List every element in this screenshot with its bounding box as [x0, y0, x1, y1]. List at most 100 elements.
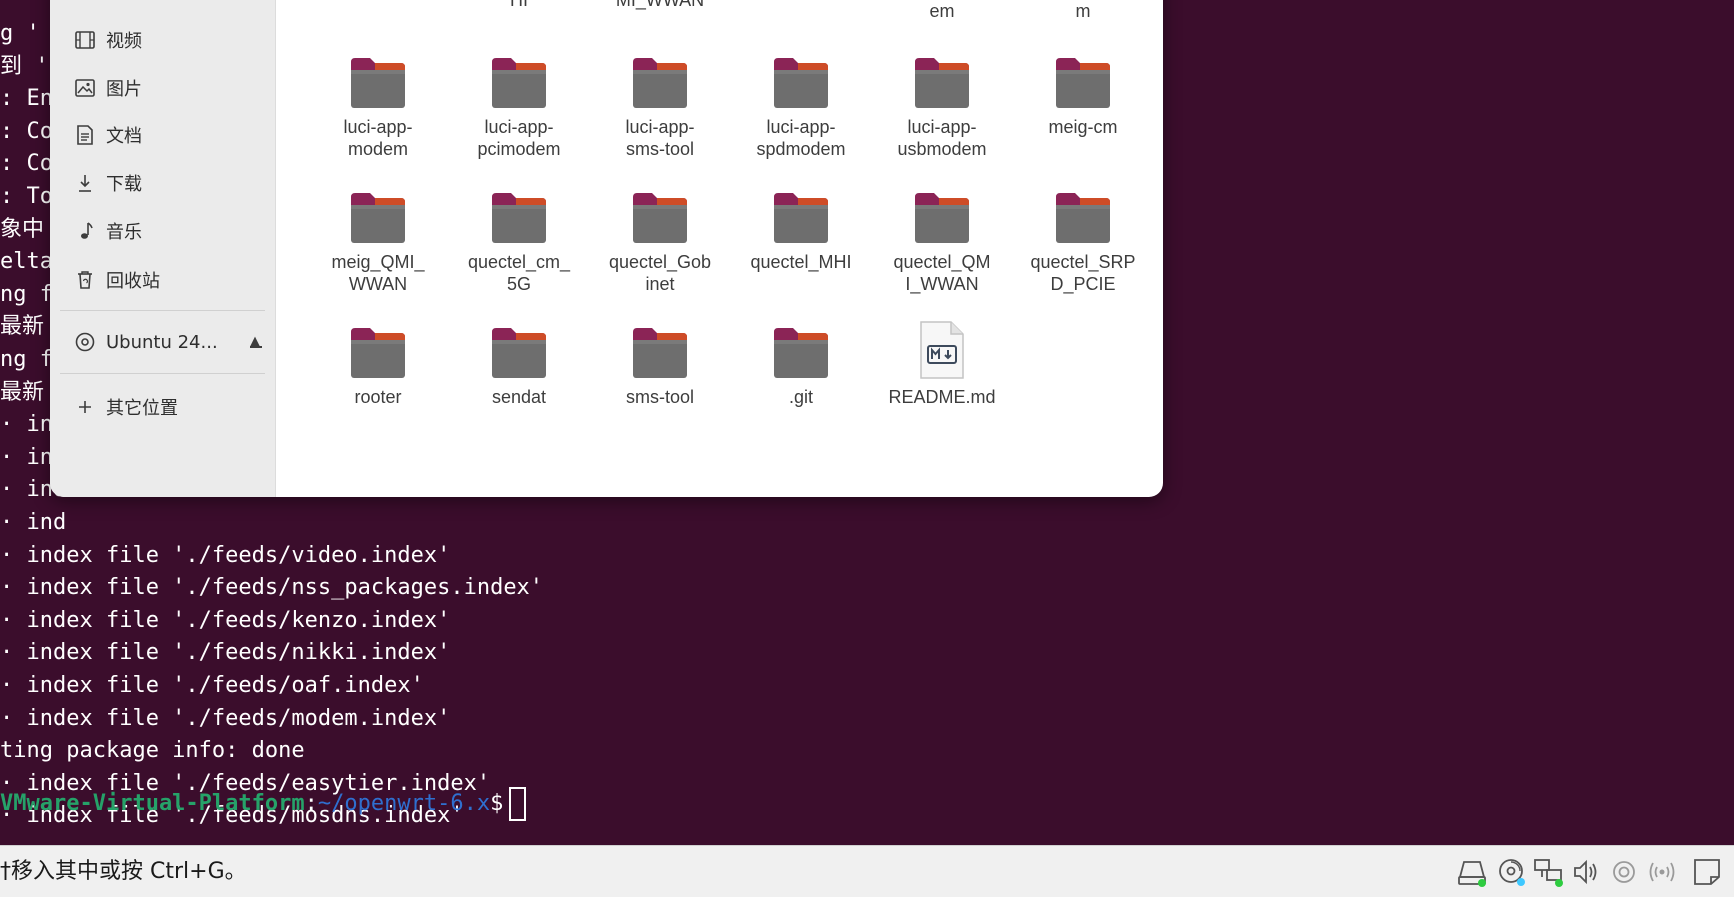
sidebar-item-trash[interactable]: 回收站	[74, 265, 160, 295]
folder-icon	[736, 324, 866, 380]
folder-item[interactable]: quectel_cm_ 5G	[454, 189, 584, 295]
notes-icon[interactable]	[1690, 855, 1724, 889]
folder-icon	[454, 54, 584, 110]
folder-item[interactable]: quectel_SRP D_PCIE	[1018, 189, 1148, 295]
terminal-output-line: ng f	[0, 347, 53, 372]
camera-icon[interactable]	[1607, 855, 1641, 889]
terminal-output-line: : En	[0, 86, 53, 111]
folder-icon	[313, 54, 443, 110]
folder-icon	[454, 189, 584, 245]
folder-icon	[313, 324, 443, 380]
image-icon	[74, 77, 96, 99]
sidebar-item-label: 音乐	[106, 222, 142, 243]
optical-disc-icon[interactable]	[1495, 855, 1529, 889]
file-item-partial-label[interactable]: hypermode m	[1018, 0, 1148, 22]
terminal-output-line: 最新	[0, 380, 45, 405]
folder-item[interactable]: sendat	[454, 324, 584, 408]
prompt-symbol: $	[490, 791, 504, 816]
audio-icon[interactable]	[1570, 855, 1604, 889]
file-item-label: meig_QMI_ WWAN	[331, 252, 425, 294]
sidebar-item-label: 图片	[106, 79, 142, 100]
folder-item[interactable]: meig-cm	[1018, 54, 1148, 138]
folder-icon	[454, 324, 584, 380]
terminal-output-line: 到 '	[0, 54, 49, 79]
folder-item[interactable]: meig_QMI_ WWAN	[313, 189, 443, 295]
folder-item[interactable]: .git	[736, 324, 866, 408]
sidebar-item-ubuntu-drive[interactable]: Ubuntu 24... ▲	[74, 327, 264, 357]
sidebar-item-label: 文档	[106, 126, 142, 147]
plus-icon	[74, 396, 96, 418]
file-item-partial-label[interactable]: gobinetmod em	[877, 0, 1007, 22]
terminal-output-line: : Co	[0, 119, 53, 144]
terminal-output-line: · ind	[0, 510, 67, 535]
terminal-output-line: · index file './feeds/nss_packages.index…	[0, 575, 544, 600]
terminal-output-line: 最新	[0, 314, 45, 339]
file-item-label: luci-app- sms-tool	[625, 117, 695, 159]
sidebar-item-document[interactable]: 文档	[74, 120, 142, 150]
hdd-icon[interactable]	[1455, 855, 1489, 889]
sidebar-item-video[interactable]: 视频	[74, 25, 142, 55]
file-item-label: quectel_QM I_WWAN	[893, 252, 991, 294]
file-item-partial-label[interactable]: HI	[454, 0, 584, 11]
sidebar: 主文件夹视频图片文档下载音乐回收站Ubuntu 24...▲其它位置	[50, 0, 276, 497]
folder-item[interactable]: luci-app- usbmodem	[877, 54, 1007, 160]
folder-item[interactable]: luci-app- modem	[313, 54, 443, 160]
terminal-output-line: ng f	[0, 282, 53, 307]
file-item-label: sendat	[491, 387, 547, 407]
folder-icon	[1018, 189, 1148, 245]
sidebar-separator	[60, 373, 265, 374]
folder-item[interactable]: luci-app- spdmodem	[736, 54, 866, 160]
folder-icon	[595, 54, 725, 110]
video-icon	[74, 29, 96, 51]
file-grid: HI MI_WWAN gobinetmod em hypermode m luci-ap…	[276, 0, 1163, 497]
disc-icon	[74, 331, 96, 353]
sidebar-item-image[interactable]: 图片	[74, 73, 142, 103]
folder-item[interactable]: quectel_Gob inet	[595, 189, 725, 295]
file-item-label: meig-cm	[1048, 117, 1118, 137]
music-icon	[74, 220, 96, 242]
folder-icon	[595, 189, 725, 245]
download-icon	[74, 172, 96, 194]
folder-icon	[736, 189, 866, 245]
file-item[interactable]: README.md	[877, 321, 1007, 408]
folder-item[interactable]: sms-tool	[595, 324, 725, 408]
sidebar-item-label: 视频	[106, 31, 142, 52]
folder-item[interactable]: luci-app- sms-tool	[595, 54, 725, 160]
terminal-output-line: · index file './feeds/nikki.index'	[0, 640, 451, 665]
file-item-label: luci-app- modem	[343, 117, 413, 159]
folder-icon	[595, 324, 725, 380]
sidebar-item-other-locations[interactable]: 其它位置	[74, 392, 178, 422]
terminal-output-line: · index file './feeds/kenzo.index'	[0, 608, 451, 633]
terminal-prompt[interactable]: VMware-Virtual-Platform:~/openwrt-6.x$	[0, 787, 527, 821]
markdown-file-icon	[877, 320, 1007, 380]
terminal-output-line: · index file './feeds/video.index'	[0, 543, 451, 568]
folder-item[interactable]: quectel_MHI	[736, 189, 866, 273]
folder-item[interactable]: luci-app- pcimodem	[454, 54, 584, 160]
eject-icon[interactable]: ▲	[250, 327, 262, 357]
file-item-label: quectel_MHI	[750, 252, 852, 272]
folder-item[interactable]: quectel_QM I_WWAN	[877, 189, 1007, 295]
prompt-host: VMware-Virtual-Platform	[0, 791, 305, 816]
file-item-label: README.md	[888, 387, 996, 407]
sidebar-separator	[60, 310, 265, 311]
terminal-output-line: 象中	[0, 217, 45, 242]
sidebar-item-label: 其它位置	[106, 398, 178, 419]
trash-icon	[74, 269, 96, 291]
folder-icon	[877, 189, 1007, 245]
file-item-label: luci-app- pcimodem	[477, 117, 561, 159]
file-item-partial-label[interactable]: MI_WWAN	[595, 0, 725, 11]
sidebar-item-music[interactable]: 音乐	[74, 216, 142, 246]
terminal-cursor	[509, 787, 527, 821]
terminal-output-line: : Co	[0, 151, 53, 176]
sidebar-item-download[interactable]: 下载	[74, 168, 142, 198]
network-icon[interactable]	[1532, 855, 1566, 889]
status-bar: †移入其中或按 Ctrl+G。	[0, 845, 1734, 897]
terminal-output-line: ting package info: done	[0, 738, 305, 763]
file-item-label: quectel_Gob inet	[608, 252, 712, 294]
folder-icon	[1018, 54, 1148, 110]
file-item-label: luci-app- spdmodem	[756, 117, 846, 159]
folder-item[interactable]: rooter	[313, 324, 443, 408]
wireless-icon[interactable]	[1645, 855, 1679, 889]
terminal-output-line: · index file './feeds/modem.index'	[0, 706, 451, 731]
terminal-output-line: : To	[0, 184, 53, 209]
